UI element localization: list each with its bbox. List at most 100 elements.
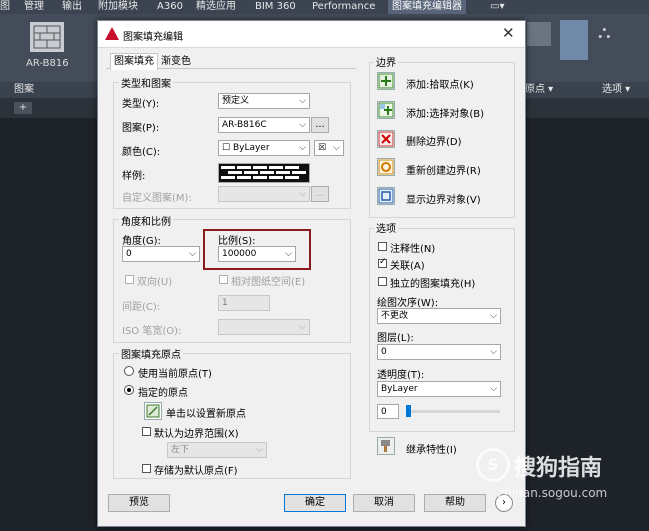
menu-item-a360[interactable]: A360 — [157, 0, 183, 14]
scale-highlight-box — [203, 229, 311, 270]
brush-icon — [381, 440, 390, 452]
specified-origin-label: 指定的原点 — [138, 388, 188, 399]
transparency-slider-track[interactable] — [406, 410, 500, 413]
draw-order-select[interactable]: 不更改 ⌵ — [377, 308, 501, 324]
layer-select[interactable]: 0 ⌵ — [377, 344, 501, 360]
tab-hatch[interactable]: 图案填充 — [110, 53, 158, 70]
preview-button[interactable]: 预览 — [108, 494, 170, 512]
recreate-boundary-label[interactable]: 重新创建边界(R) — [406, 162, 481, 177]
associative-label: 关联(A) — [390, 261, 425, 272]
ok-button[interactable]: 确定 — [284, 494, 346, 512]
recreate-boundary-button[interactable] — [377, 158, 395, 176]
chevron-down-icon: ⌵ — [490, 311, 497, 321]
ribbon-label-pattern: 图案 — [14, 84, 34, 95]
boundary-group-title: 边界 — [374, 54, 398, 69]
pattern-browse-button[interactable]: ... — [311, 117, 329, 133]
transparency-select[interactable]: ByLayer ⌵ — [377, 381, 501, 397]
default-boundary-checkbox[interactable] — [142, 427, 151, 436]
spacing-input[interactable]: 1 — [218, 295, 270, 311]
add-pick-points-label[interactable]: 添加:拾取点(K) — [406, 76, 474, 91]
inherit-properties-label[interactable]: 继承特性(I) — [406, 441, 457, 456]
boundary-position-select[interactable]: 左下 ⌵ — [167, 442, 267, 458]
specified-origin-radio[interactable] — [124, 385, 134, 395]
chevron-down-icon: ⌵ — [490, 384, 497, 394]
store-default-label: 存储为默认原点(F) — [154, 466, 238, 477]
new-tab-icon[interactable]: + — [14, 102, 32, 114]
inherit-properties-button[interactable] — [377, 437, 395, 455]
menu-item-0[interactable]: 图 — [0, 0, 10, 14]
remove-boundaries-label[interactable]: 删除边界(D) — [406, 133, 462, 148]
ribbon-pattern-name: AR-B816 — [26, 58, 69, 69]
iso-pen-select[interactable]: ⌵ — [218, 319, 310, 335]
remove-boundaries-button[interactable] — [377, 130, 395, 148]
sogou-logo-icon: S — [476, 448, 510, 482]
boundary-add-icon[interactable] — [527, 22, 551, 46]
ribbon-label-options[interactable]: 选项 ▾ — [602, 82, 630, 98]
associative-checkbox[interactable] — [378, 257, 387, 268]
menu-item-apps[interactable]: 精选应用 — [196, 0, 236, 14]
ribbon-label-origin[interactable]: 原点 ▾ — [525, 82, 553, 98]
draw-order-label: 绘图次序(W): — [377, 298, 439, 309]
dialog-titlebar: 图案填充编辑 ✕ — [98, 21, 525, 48]
transparency-slider-handle[interactable] — [406, 405, 411, 417]
pattern-select[interactable]: AR-B816C ⌵ — [218, 117, 310, 133]
pattern-swatch[interactable] — [218, 163, 310, 183]
relative-paper-label: 相对图纸空间(E) — [231, 277, 306, 288]
watermark-title: 搜狗指南 — [514, 456, 603, 481]
hatch-edit-dialog: 图案填充编辑 ✕ 图案填充 渐变色 类型和图案 类型(Y): 预定义 ⌵ 图案(P… — [97, 20, 526, 527]
chevron-down-icon: ⌵ — [256, 445, 263, 455]
chevron-down-icon: ⌵ — [189, 249, 196, 259]
options-group-title: 选项 — [374, 220, 398, 235]
menu-item-bim360[interactable]: BIM 360 — [255, 0, 296, 14]
angle-label: 角度(G): — [122, 236, 161, 247]
brick-pattern-icon[interactable] — [30, 22, 64, 52]
close-icon[interactable]: ✕ — [502, 24, 515, 42]
add-pick-points-button[interactable] — [377, 72, 395, 90]
set-origin-button[interactable] — [144, 402, 162, 420]
cancel-button[interactable]: 取消 — [353, 494, 415, 512]
brick-swatch-icon — [219, 164, 309, 182]
angle-select[interactable]: 0 ⌵ — [122, 246, 200, 262]
add-select-objects-button[interactable] — [377, 101, 395, 119]
type-label: 类型(Y): — [122, 99, 160, 110]
chevron-down-icon: ⌵ — [299, 120, 306, 130]
chevron-down-icon: ⌵ — [299, 322, 306, 332]
custom-pattern-select[interactable]: ⌵ — [218, 186, 310, 202]
add-select-objects-label[interactable]: 添加:选择对象(B) — [406, 105, 484, 120]
store-default-checkbox[interactable] — [142, 464, 151, 473]
menu-item-addons[interactable]: 附加模块 — [98, 0, 138, 14]
use-current-origin-label: 使用当前原点(T) — [138, 369, 212, 380]
use-current-origin-radio[interactable] — [124, 366, 134, 376]
default-boundary-label: 默认为边界范围(X) — [154, 429, 239, 440]
color-select[interactable]: ☐ ByLayer ⌵ — [218, 140, 310, 156]
menu-item-manage[interactable]: 管理 — [24, 0, 44, 14]
dialog-title: 图案填充编辑 — [123, 32, 183, 43]
chevron-down-icon: ⌵ — [490, 347, 497, 357]
type-select[interactable]: 预定义 ⌵ — [218, 93, 310, 109]
separate-hatches-checkbox[interactable] — [378, 277, 387, 286]
menu-item-hatch-editor[interactable]: 图案填充编辑器 — [388, 0, 466, 14]
relative-paper-checkbox[interactable] — [219, 275, 228, 284]
chevron-down-icon: ⌵ — [299, 96, 306, 106]
background-color-select[interactable]: ☒ ⌵ — [314, 140, 344, 156]
tab-gradient[interactable]: 渐变色 — [158, 54, 194, 70]
annotative-checkbox[interactable] — [378, 242, 387, 251]
recreate-boundary-icon — [378, 159, 394, 175]
custom-pattern-browse-button[interactable]: ... — [311, 186, 329, 202]
menu-item-performance[interactable]: Performance — [312, 0, 375, 14]
remove-boundary-icon — [378, 131, 394, 147]
show-boundary-label[interactable]: 显示边界对象(V) — [406, 191, 481, 206]
set-origin-icon[interactable] — [560, 20, 588, 60]
show-boundary-button[interactable] — [377, 187, 395, 205]
menu-item-output[interactable]: 输出 — [62, 0, 82, 14]
double-checkbox[interactable] — [125, 275, 134, 284]
chevron-down-icon: ⌵ — [299, 189, 306, 199]
camera-icon[interactable]: ▭▾ — [490, 0, 504, 14]
transparency-value-input[interactable]: 0 — [377, 404, 399, 419]
chevron-down-icon: ⌵ — [299, 143, 306, 153]
spacing-label: 间距(C): — [122, 302, 161, 313]
show-boundary-icon — [378, 188, 394, 204]
match-properties-icon[interactable]: ⛬ — [598, 22, 618, 46]
set-origin-label: 单击以设置新原点 — [166, 409, 246, 420]
watermark-url: zhinan.sogou.com — [498, 486, 608, 500]
